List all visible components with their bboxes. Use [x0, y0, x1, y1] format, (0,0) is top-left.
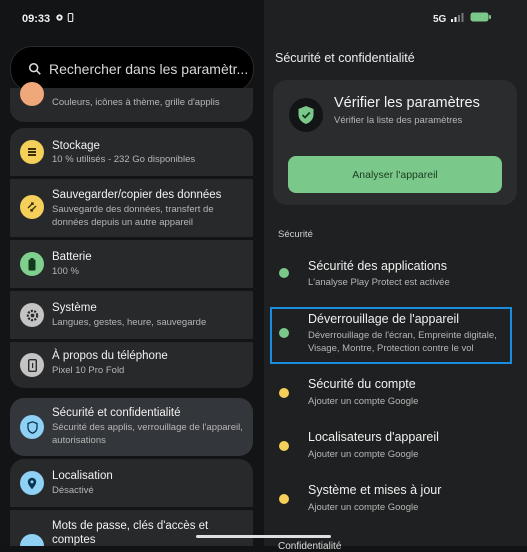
settings-item-subtitle: 100 %: [52, 266, 79, 277]
palette-icon: [20, 82, 44, 106]
settings-item-title: Mots de passe, clés d'accès et comptes: [52, 520, 209, 546]
search-input[interactable]: Rechercher dans les paramètr...: [10, 46, 254, 92]
security-item-title: Sécurité du compte: [308, 377, 416, 391]
status-bar-right: 5G: [433, 12, 492, 25]
security-item-subtitle: Ajouter un compte Google: [308, 502, 419, 513]
security-item-subtitle: L'analyse Play Protect est activée: [308, 277, 450, 288]
security-item-subtitle: Ajouter un compte Google: [308, 449, 419, 460]
settings-item-title: Système: [52, 302, 97, 314]
settings-item-subtitle: Couleurs, icônes à thème, grille d'appli…: [52, 97, 220, 108]
settings-item-subtitle: 10 % utilisés - 232 Go disponibles: [52, 154, 196, 165]
verify-title: Vérifier les paramètres: [334, 95, 480, 111]
status-time: 09:33: [22, 13, 51, 25]
settings-item-battery[interactable]: Batterie 100 %: [10, 240, 253, 288]
settings-item-subtitle: Pixel 10 Pro Fold: [52, 365, 125, 376]
page-title: Sécurité et confidentialité: [275, 51, 415, 65]
settings-item-subtitle: Désactivé: [52, 485, 94, 496]
settings-item-title: À propos du téléphone: [52, 350, 168, 362]
search-icon: [28, 62, 41, 75]
verified-shield-icon: [289, 98, 323, 132]
security-item-title: Déverrouillage de l'appareil: [308, 312, 460, 326]
warning-icon: [279, 388, 289, 398]
security-item-device-unlock[interactable]: Déverrouillage de l'appareil Déverrouill…: [270, 309, 515, 362]
network-label: 5G: [433, 14, 447, 25]
verify-settings-card: Vérifier les paramètres Vérifier la list…: [273, 80, 517, 205]
verify-subtitle: Vérifier la liste des paramètres: [334, 115, 463, 126]
security-item-title: Système et mises à jour: [308, 483, 442, 497]
warning-icon: [279, 494, 289, 504]
security-item-subtitle: Ajouter un compte Google: [308, 396, 419, 407]
settings-card-device: Stockage 10 % utilisés - 232 Go disponib…: [10, 128, 253, 388]
settings-item-title: Stockage: [52, 140, 100, 152]
settings-item-subtitle: Sécurité des applis, verrouillage de l'a…: [52, 422, 243, 446]
settings-item-backup[interactable]: Sauvegarder/copier des données Sauvegard…: [10, 179, 253, 237]
settings-item-system[interactable]: Système Langues, gestes, heure, sauvegar…: [10, 291, 253, 339]
section-header-security: Sécurité: [278, 229, 313, 240]
settings-item-location[interactable]: Localisation Désactivé: [10, 459, 253, 507]
storage-icon: [20, 140, 44, 164]
settings-item-security-privacy[interactable]: Sécurité et confidentialité Sécurité des…: [10, 398, 253, 456]
settings-item-passwords[interactable]: Mots de passe, clés d'accès et comptes: [10, 510, 253, 546]
location-icon: [20, 471, 44, 495]
settings-item-title: Batterie: [52, 251, 92, 263]
home-indicator[interactable]: [196, 535, 331, 538]
battery-status-icon: [470, 12, 491, 22]
section-header-privacy: Confidentialité: [278, 541, 342, 552]
settings-list-pane: 09:33 Rechercher dans les paramètr... Co…: [0, 0, 264, 546]
settings-item-about-phone[interactable]: À propos du téléphone Pixel 10 Pro Fold: [10, 342, 253, 388]
settings-item-subtitle: Sauvegarde des données, transfert de don…: [52, 204, 214, 228]
status-icons: [55, 12, 74, 25]
check-icon: [279, 328, 289, 338]
settings-item-title: Sécurité et confidentialité: [52, 407, 181, 419]
settings-item-storage[interactable]: Stockage 10 % utilisés - 232 Go disponib…: [10, 128, 253, 176]
security-item-title: Localisateurs d'appareil: [308, 430, 439, 444]
phone-icon: [20, 353, 44, 377]
battery-icon: [20, 252, 44, 276]
security-item-account-security[interactable]: Sécurité du compte Ajouter un compte Goo…: [270, 372, 515, 412]
security-item-subtitle: Déverrouillage de l'écran, Empreinte dig…: [308, 330, 497, 354]
scan-device-button[interactable]: Analyser l'appareil: [288, 156, 502, 193]
gear-icon: [20, 303, 44, 327]
security-item-title: Sécurité des applications: [308, 259, 447, 273]
security-item-app-security[interactable]: Sécurité des applications L'analyse Play…: [270, 254, 515, 294]
settings-item-title: Sauvegarder/copier des données: [52, 189, 222, 201]
settings-card-display: Couleurs, icônes à thème, grille d'appli…: [10, 82, 253, 122]
check-icon: [279, 268, 289, 278]
security-item-device-finders[interactable]: Localisateurs d'appareil Ajouter un comp…: [270, 425, 515, 465]
device-icon: [67, 12, 74, 23]
search-placeholder: Rechercher dans les paramètr...: [49, 61, 249, 77]
settings-item-title: Localisation: [52, 470, 113, 482]
signal-icon: [451, 13, 464, 22]
settings-item-subtitle: Langues, gestes, heure, sauvegarde: [52, 317, 207, 328]
security-item-system-updates[interactable]: Système et mises à jour Ajouter un compt…: [270, 478, 515, 518]
shield-icon: [20, 415, 44, 439]
transfer-icon: [20, 195, 44, 219]
warning-icon: [279, 441, 289, 451]
key-icon: [20, 534, 44, 546]
settings-item-wallpaper[interactable]: Couleurs, icônes à thème, grille d'appli…: [10, 82, 253, 122]
gear-icon: [56, 14, 63, 21]
settings-card-location: Localisation Désactivé Mots de passe, cl…: [10, 459, 253, 546]
